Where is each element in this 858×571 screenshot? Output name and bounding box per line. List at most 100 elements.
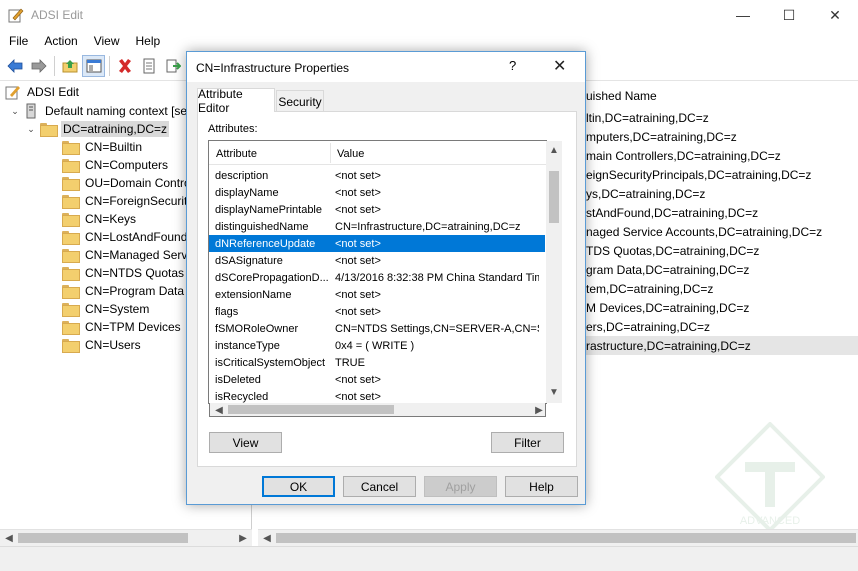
tree-node-domain[interactable]: ⌄ DC=atraining,DC=z xyxy=(26,120,170,138)
apply-button[interactable]: Apply xyxy=(424,476,497,497)
tree-node-container[interactable]: CN=LostAndFound xyxy=(62,228,189,246)
tree-node-container[interactable]: CN=TPM Devices xyxy=(62,318,183,336)
attribute-row[interactable]: flags <not set> xyxy=(209,303,546,320)
column-header-attribute[interactable]: Attribute xyxy=(216,148,257,160)
list-item[interactable]: gram Data,DC=atraining,DC=z xyxy=(586,260,749,279)
scroll-right-arrow-icon[interactable]: ▶ xyxy=(236,531,250,545)
close-button[interactable]: ✕ xyxy=(812,0,858,30)
console-tree-icon xyxy=(86,59,101,72)
menu-view[interactable]: View xyxy=(87,34,127,48)
view-button[interactable]: View xyxy=(209,432,282,453)
tab-security[interactable]: Security xyxy=(276,90,324,112)
menu-file[interactable]: File xyxy=(2,34,35,48)
attributes-label: Attributes: xyxy=(208,123,258,135)
list-item[interactable]: eignSecurityPrincipals,DC=atraining,DC=z xyxy=(586,165,811,184)
close-icon: ✕ xyxy=(829,6,841,23)
tree-label: CN=Builtin xyxy=(85,140,143,154)
attribute-row[interactable]: extensionName <not set> xyxy=(209,286,546,303)
attribute-row[interactable]: isRecycled <not set> xyxy=(209,388,546,403)
attribute-row[interactable]: fSMORoleOwner CN=NTDS Settings,CN=SERVER-… xyxy=(209,320,546,337)
properties-button[interactable] xyxy=(137,55,160,77)
forward-button[interactable] xyxy=(27,55,50,77)
tree-node-container[interactable]: CN=NTDS Quotas xyxy=(62,264,186,282)
filter-button[interactable]: Filter xyxy=(491,432,564,453)
tree-node-container[interactable]: CN=Users xyxy=(62,336,143,354)
tree-label: CN=TPM Devices xyxy=(85,320,181,334)
list-item[interactable]: naged Service Accounts,DC=atraining,DC=z xyxy=(586,222,822,241)
collapse-chevron-icon[interactable]: ⌄ xyxy=(10,106,20,117)
help-button[interactable]: Help xyxy=(505,476,578,497)
collapse-chevron-icon[interactable]: ⌄ xyxy=(26,124,36,135)
tree-node-container[interactable]: CN=Keys xyxy=(62,210,138,228)
tree-node-container[interactable]: CN=System xyxy=(62,300,151,318)
scroll-left-arrow-icon[interactable]: ◀ xyxy=(260,531,274,545)
dialog-close-icon[interactable]: ✕ xyxy=(553,56,566,76)
attributes-list[interactable]: Attribute Value description <not set> dis… xyxy=(208,140,547,404)
tree-node-container[interactable]: CN=Builtin xyxy=(62,138,144,156)
scroll-left-arrow-icon[interactable]: ◀ xyxy=(212,403,226,417)
column-header-value[interactable]: Value xyxy=(337,148,364,160)
tree-node-default-naming-context[interactable]: ⌄ Default naming context [se xyxy=(10,102,189,120)
attribute-row-selected[interactable]: dNReferenceUpdate <not set> xyxy=(209,235,545,252)
tab-attribute-editor[interactable]: Attribute Editor xyxy=(197,87,275,115)
list-item-selected[interactable]: rastructure,DC=atraining,DC=z xyxy=(586,336,858,355)
export-list-button[interactable] xyxy=(161,55,184,77)
up-one-level-button[interactable] xyxy=(58,55,81,77)
scrollbar-thumb[interactable] xyxy=(549,171,559,223)
scroll-right-arrow-icon[interactable]: ▶ xyxy=(532,403,546,417)
minimize-button[interactable]: — xyxy=(720,0,766,30)
attribute-row[interactable]: distinguishedName CN=Infrastructure,DC=at… xyxy=(209,218,546,235)
delete-button[interactable] xyxy=(113,55,136,77)
list-item[interactable]: stAndFound,DC=atraining,DC=z xyxy=(586,203,758,222)
minimize-icon: — xyxy=(736,7,750,23)
scroll-down-arrow-icon[interactable]: ▼ xyxy=(547,385,561,399)
list-item[interactable]: TDS Quotas,DC=atraining,DC=z xyxy=(586,241,759,260)
tree-node-container[interactable]: CN=Computers xyxy=(62,156,170,174)
attribute-row[interactable]: description <not set> xyxy=(209,167,546,184)
attribute-row[interactable]: displayNamePrintable <not set> xyxy=(209,201,546,218)
attributes-vertical-scrollbar[interactable]: ▲ ▼ xyxy=(546,141,562,403)
attributes-horizontal-scrollbar[interactable]: ◀ ▶ xyxy=(209,403,546,417)
attribute-row[interactable]: displayName <not set> xyxy=(209,184,546,201)
folder-icon xyxy=(62,141,80,155)
list-item[interactable]: ltin,DC=atraining,DC=z xyxy=(586,108,709,127)
tree-node-container[interactable]: CN=ForeignSecurity xyxy=(62,192,195,210)
list-item[interactable]: M Devices,DC=atraining,DC=z xyxy=(586,298,749,317)
tree-horizontal-scrollbar[interactable]: ◀ ▶ xyxy=(0,529,252,546)
details-horizontal-scrollbar[interactable]: ◀ xyxy=(258,529,858,546)
menu-help[interactable]: Help xyxy=(129,34,168,48)
folder-icon xyxy=(40,123,58,137)
scroll-up-arrow-icon[interactable]: ▲ xyxy=(547,143,561,157)
attribute-row[interactable]: isDeleted <not set> xyxy=(209,371,546,388)
list-item[interactable]: mputers,DC=atraining,DC=z xyxy=(586,127,737,146)
back-button[interactable] xyxy=(3,55,26,77)
attribute-row[interactable]: isCriticalSystemObject TRUE xyxy=(209,354,546,371)
attribute-value: <not set> xyxy=(335,237,381,250)
tree-node-container[interactable]: CN=Managed Servi xyxy=(62,246,192,264)
attribute-value: <not set> xyxy=(335,390,381,403)
menu-action[interactable]: Action xyxy=(37,34,84,48)
column-divider[interactable] xyxy=(330,143,331,163)
maximize-button[interactable]: ☐ xyxy=(766,0,812,30)
scrollbar-thumb[interactable] xyxy=(276,533,856,543)
scrollbar-thumb[interactable] xyxy=(228,405,394,414)
list-item[interactable]: ys,DC=atraining,DC=z xyxy=(586,184,705,203)
attribute-value: 0x4 = ( WRITE ) xyxy=(335,339,415,352)
column-header-distinguished-name[interactable]: uished Name xyxy=(586,89,657,103)
attribute-row[interactable]: dSCorePropagationD... 4/13/2016 8:32:38 P… xyxy=(209,269,546,286)
tree-root-adsi-edit[interactable]: ADSI Edit xyxy=(5,83,81,101)
list-item[interactable]: tem,DC=atraining,DC=z xyxy=(586,279,713,298)
list-item[interactable]: main Controllers,DC=atraining,DC=z xyxy=(586,146,781,165)
show-hide-console-tree-button[interactable] xyxy=(82,54,105,77)
tree-node-container[interactable]: CN=Program Data xyxy=(62,282,186,300)
attribute-row[interactable]: dSASignature <not set> xyxy=(209,252,546,269)
ok-button[interactable]: OK xyxy=(262,476,335,497)
tree-node-container[interactable]: OU=Domain Contro xyxy=(62,174,193,192)
attribute-row[interactable]: instanceType 0x4 = ( WRITE ) xyxy=(209,337,546,354)
scrollbar-thumb[interactable] xyxy=(18,533,188,543)
scroll-left-arrow-icon[interactable]: ◀ xyxy=(2,531,16,545)
adsi-edit-icon xyxy=(5,86,20,100)
list-item[interactable]: ers,DC=atraining,DC=z xyxy=(586,317,710,336)
help-icon[interactable]: ? xyxy=(509,58,516,73)
cancel-button[interactable]: Cancel xyxy=(343,476,416,497)
